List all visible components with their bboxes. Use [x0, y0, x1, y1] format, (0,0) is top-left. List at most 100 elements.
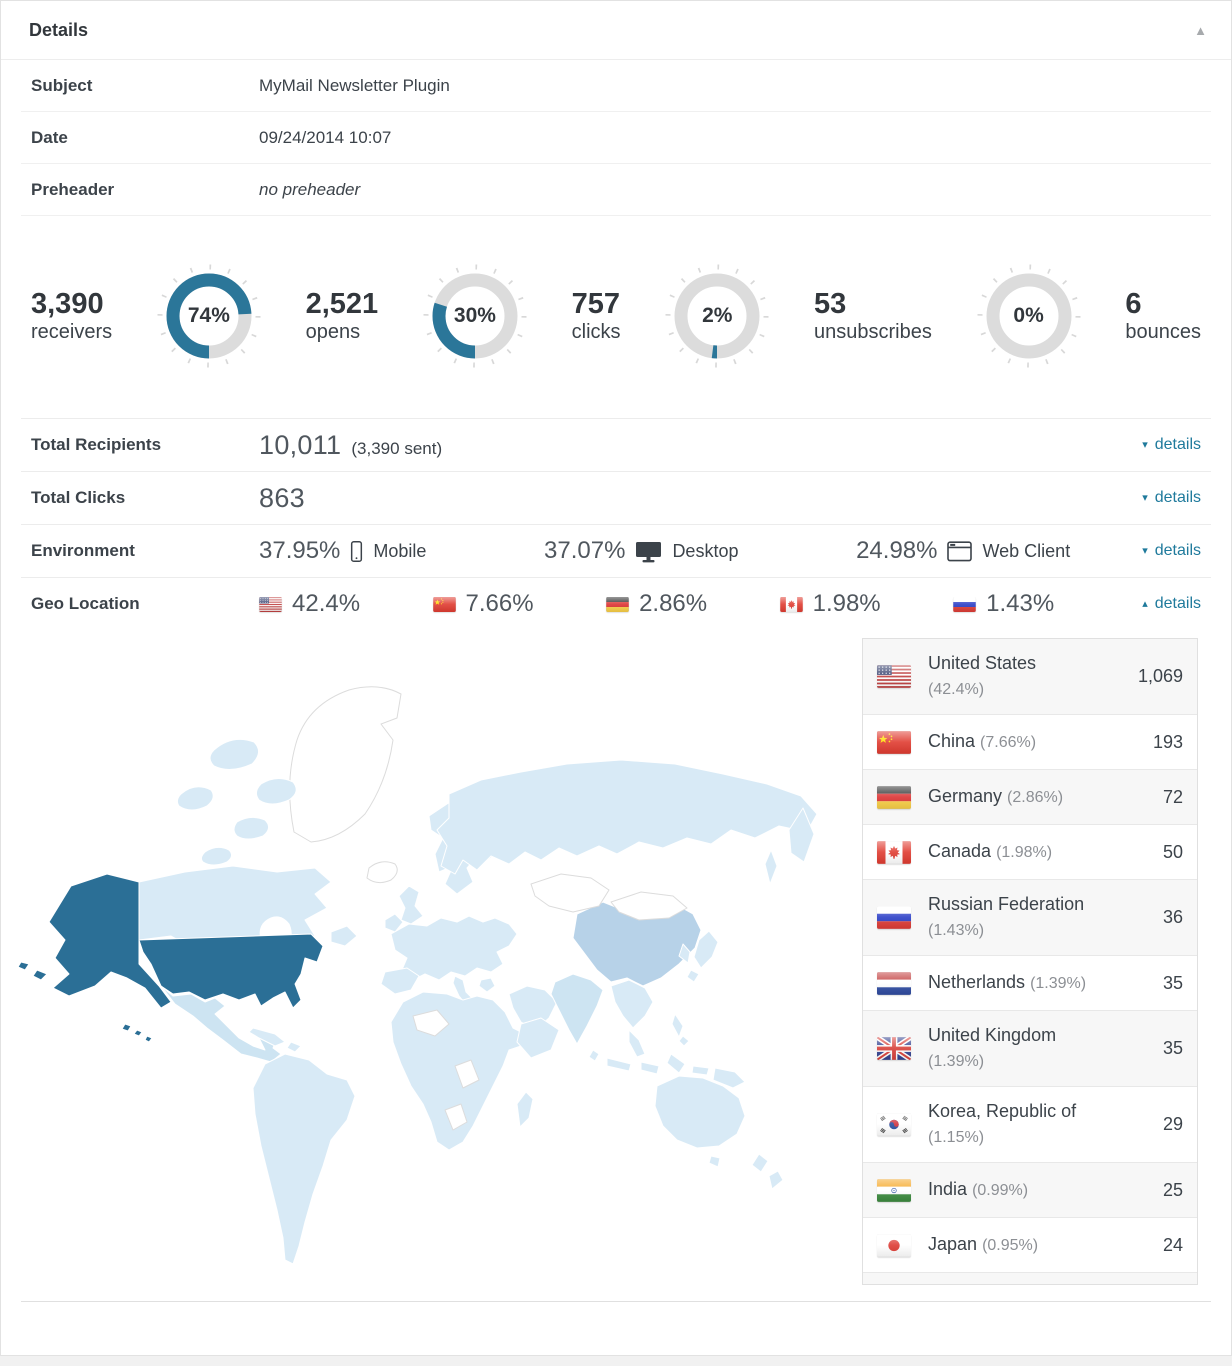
map-country[interactable] — [516, 1017, 560, 1059]
details-link-environment[interactable]: ▾ details — [1142, 542, 1201, 560]
env-percent: 24.98% — [856, 537, 938, 564]
country-percent: (42.4%) — [928, 681, 985, 698]
map-country[interactable] — [478, 977, 496, 993]
clipped-row — [863, 1272, 1197, 1284]
table-row-us: United States (42.4%) 1,069 — [863, 639, 1197, 714]
geo-percent: 42.4% — [292, 590, 361, 617]
country-cell: Korea, Republic of (1.15%) — [928, 1099, 1090, 1150]
country-percent: (1.39%) — [1030, 975, 1087, 992]
flag-ru-icon — [953, 596, 977, 612]
map-country[interactable] — [671, 1013, 684, 1038]
row-label: Total Recipients — [31, 435, 162, 454]
chevron-down-icon: ▾ — [1142, 544, 1148, 557]
world-map[interactable] — [9, 632, 855, 1298]
country-count: 1,069 — [1137, 666, 1183, 686]
map-country[interactable] — [610, 979, 654, 1029]
flag-ca-icon — [877, 840, 911, 864]
flag-nl-icon — [877, 971, 911, 995]
map-country[interactable] — [530, 873, 610, 913]
environment-items: 37.95% Mobile 37.07% Desktop 24.98% Web … — [259, 537, 1142, 565]
triangle-up-icon[interactable]: ▲ — [1194, 24, 1207, 37]
map-country[interactable] — [380, 967, 420, 995]
map-country[interactable] — [686, 969, 700, 983]
map-country[interactable] — [436, 759, 818, 875]
geo-percent: 7.66% — [465, 590, 534, 617]
country-name: Netherlands — [928, 972, 1026, 992]
map-country[interactable] — [32, 969, 48, 981]
country-name: Russian Federation — [928, 894, 1085, 914]
map-country[interactable] — [286, 1041, 302, 1053]
map-country[interactable] — [516, 1091, 534, 1128]
detail-rows: Total Recipients 10,011 (3,390 sent) ▾ d… — [21, 418, 1211, 630]
map-country[interactable] — [666, 1053, 686, 1074]
details-link-total-clicks[interactable]: ▾ details — [1142, 489, 1201, 507]
geo-item-de: 2.86% — [606, 590, 707, 618]
country-percent: (2.86%) — [1007, 789, 1064, 806]
stat-value: 757 — [571, 287, 621, 320]
details-label: details — [1154, 542, 1201, 559]
map-country[interactable] — [330, 925, 358, 947]
geo-item-ca: 1.98% — [779, 590, 881, 618]
map-country[interactable] — [708, 1155, 721, 1168]
map-country[interactable] — [764, 849, 778, 885]
map-country[interactable] — [398, 885, 424, 925]
map-country[interactable] — [233, 816, 269, 840]
mobile-icon — [350, 540, 363, 563]
map-country[interactable] — [176, 786, 214, 811]
map-country[interactable] — [588, 1049, 600, 1062]
details-link-geo-location[interactable]: ▴ details — [1142, 595, 1201, 613]
country-cell: Russian Federation (1.43%) — [928, 892, 1090, 943]
table-row-ru: Russian Federation (1.43%) 36 — [863, 879, 1197, 955]
chevron-down-icon: ▾ — [1142, 491, 1148, 504]
flag-us-icon — [259, 596, 282, 612]
map-country[interactable] — [289, 686, 402, 843]
map-country[interactable] — [678, 1035, 690, 1047]
map-country[interactable] — [121, 1023, 132, 1032]
meta-value: MyMail Newsletter Plugin — [259, 75, 450, 95]
country-count: 24 — [1162, 1234, 1183, 1255]
geo-item-cn: 7.66% — [432, 590, 534, 618]
stat-unsubscribes: 53 unsubscribes — [814, 288, 932, 344]
map-country[interactable] — [133, 1029, 143, 1037]
map-country[interactable] — [550, 973, 604, 1045]
details-label: details — [1154, 436, 1201, 453]
map-country[interactable] — [200, 846, 233, 866]
flag-in-icon — [877, 1178, 911, 1202]
map-country[interactable] — [640, 1061, 660, 1075]
map-country[interactable] — [628, 1029, 646, 1058]
geo-country-table[interactable]: United States (42.4%) 1,069 China (7.66%… — [862, 638, 1198, 1285]
row-value: 10,011 — [259, 429, 342, 460]
map-country[interactable] — [768, 1170, 784, 1190]
stat-label: receivers — [31, 321, 113, 344]
country-cell: Japan (0.95%) — [928, 1232, 1090, 1258]
map-country[interactable] — [751, 1153, 769, 1173]
row-label: Geo Location — [31, 594, 140, 613]
country-percent: (1.43%) — [928, 922, 985, 939]
flag-us-icon — [877, 665, 911, 688]
stat-value: 6 — [1125, 287, 1142, 320]
table-row-cn: China (7.66%) 193 — [863, 714, 1197, 769]
env-name: Web Client — [982, 540, 1071, 561]
map-country[interactable] — [144, 1035, 153, 1043]
details-panel: Details ▲ Subject MyMail Newsletter Plug… — [0, 0, 1232, 1356]
map-country[interactable] — [252, 1053, 356, 1265]
details-link-total-recipients[interactable]: ▾ details — [1142, 436, 1201, 454]
gauge-74-percent: 74% — [157, 264, 261, 368]
stat-value: 2,521 — [305, 287, 379, 320]
gauge-percent-label: 74% — [187, 304, 230, 327]
country-name: United States — [928, 653, 1037, 673]
meta-label: Subject — [31, 75, 93, 95]
chevron-down-icon: ▾ — [1142, 438, 1148, 451]
map-country[interactable] — [17, 961, 30, 971]
country-percent: (1.39%) — [928, 1053, 985, 1070]
details-label: details — [1154, 489, 1201, 506]
flag-gb-icon — [877, 1037, 911, 1060]
country-percent: (0.95%) — [982, 1237, 1039, 1254]
stat-value: 3,390 — [31, 287, 104, 320]
map-country[interactable] — [691, 1065, 710, 1076]
gauge-0-percent: 0% — [977, 264, 1081, 368]
map-country[interactable] — [209, 738, 259, 770]
map-country[interactable] — [366, 861, 398, 884]
country-count: 25 — [1162, 1179, 1183, 1200]
map-country[interactable] — [606, 1057, 632, 1072]
